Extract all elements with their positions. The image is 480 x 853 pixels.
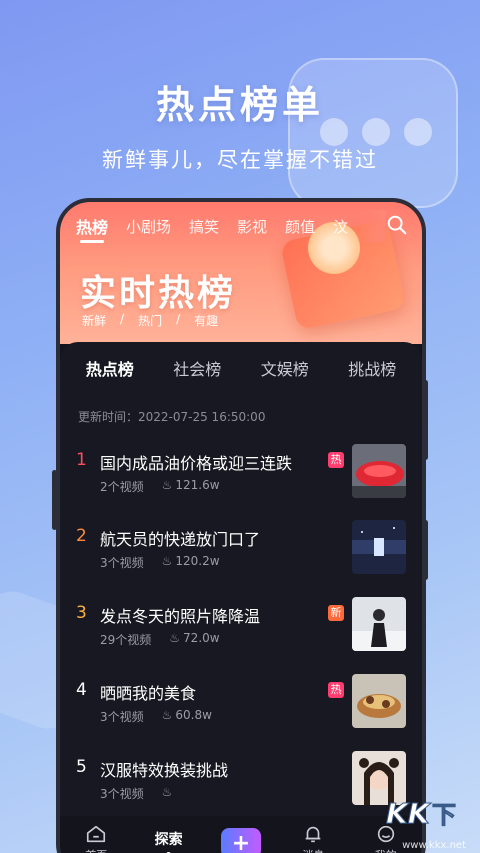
banner-tag: 新鲜: [82, 314, 107, 328]
heat-value-wrap: ♨ 60.8w: [162, 708, 212, 725]
hot-list-header: 热榜 小剧场 搞笑 影视 颜值 汶 实时热榜 新鲜 / 热门 / 有趣: [60, 202, 422, 344]
heat-value: 120.2w: [175, 554, 220, 568]
banner-tag-separator: /: [120, 312, 125, 326]
rank-number: 5: [76, 757, 87, 777]
banner-tags: 新鲜 / 热门 / 有趣: [82, 312, 218, 329]
topic-thumbnail[interactable]: [352, 444, 406, 498]
heat-value-wrap: ♨ 121.6w: [162, 478, 220, 495]
banner-tag: 有趣: [194, 314, 219, 328]
hero-title: 热点榜单: [155, 83, 324, 127]
heat-value-wrap: ♨ 72.0w: [169, 631, 219, 648]
new-badge: 新: [328, 605, 344, 621]
banner-tag: 热门: [138, 314, 163, 328]
nav-mine-label: 我的: [375, 847, 397, 853]
home-icon: [87, 825, 106, 843]
phone-frame: 热榜 小剧场 搞笑 影视 颜值 汶 实时热榜 新鲜 / 热门 / 有趣 热点榜 …: [56, 198, 426, 853]
list-item[interactable]: 1 国内成品油价格或迎三连跌 2个视频 ♨ 121.6w 热: [60, 444, 422, 514]
video-count: 29个视频: [100, 633, 152, 647]
rank-number: 1: [76, 450, 87, 470]
hot-badge: 热: [328, 452, 344, 468]
rank-number: 3: [76, 603, 87, 623]
bottom-navigation: 首页 探索 + 消息 我的: [60, 816, 422, 853]
tab-looks[interactable]: 颜值: [285, 216, 315, 237]
tab-film[interactable]: 影视: [237, 216, 267, 237]
flame-icon: ♨: [161, 708, 173, 722]
nav-create[interactable]: +: [216, 828, 266, 853]
nav-explore-label: 探索: [154, 832, 183, 848]
video-count: 3个视频: [100, 787, 144, 801]
heat-value: 121.6w: [175, 478, 220, 492]
plus-icon: +: [220, 828, 261, 853]
hot-badge: 热: [328, 682, 344, 698]
video-count: 3个视频: [100, 710, 144, 724]
topic-title: 晒晒我的美食: [100, 684, 197, 703]
list-item[interactable]: 3 发点冬天的照片降降温 29个视频 ♨ 72.0w 新: [60, 597, 422, 667]
topic-title: 汉服特效换装挑战: [100, 761, 229, 780]
video-count: 2个视频: [100, 480, 144, 494]
topic-thumbnail[interactable]: [352, 597, 406, 651]
tab-mini-theater[interactable]: 小剧场: [126, 216, 171, 237]
banner-title: 实时热榜: [80, 273, 237, 314]
subtab-hot-topics[interactable]: 热点榜: [86, 356, 134, 380]
topic-title: 航天员的快递放门口了: [100, 530, 261, 549]
subtab-challenge[interactable]: 挑战榜: [348, 356, 396, 380]
topic-meta: 3个视频 ♨ 120.2w: [100, 554, 220, 571]
tab-hot[interactable]: 热榜: [76, 214, 108, 243]
rank-number: 4: [76, 680, 87, 700]
topic-meta: 29个视频 ♨ 72.0w: [100, 631, 220, 648]
topic-thumbnail[interactable]: [352, 674, 406, 728]
svg-text:KK: KK: [386, 797, 432, 830]
tabs-fade: [356, 210, 386, 242]
rank-number: 2: [76, 526, 87, 546]
search-icon[interactable]: [386, 214, 408, 236]
nav-messages[interactable]: 消息: [288, 823, 338, 853]
svg-text:下: 下: [432, 801, 456, 829]
nav-messages-label: 消息: [302, 847, 324, 853]
flame-icon: ♨: [161, 785, 173, 799]
update-time: 更新时间：2022-07-25 16:50:00: [78, 410, 266, 424]
subtab-society[interactable]: 社会榜: [173, 356, 221, 380]
topic-meta: 3个视频 ♨ 60.8w: [100, 708, 212, 725]
watermark-logo: KK 下: [386, 797, 457, 831]
bell-icon: [306, 826, 321, 843]
tab-funny[interactable]: 搞笑: [189, 216, 219, 237]
nav-explore[interactable]: 探索: [144, 829, 194, 853]
heat-value-wrap: ♨: [162, 785, 176, 802]
heat-value: 72.0w: [183, 631, 220, 645]
subtab-entertainment[interactable]: 文娱榜: [261, 356, 309, 380]
topic-meta: 2个视频 ♨ 121.6w: [100, 478, 220, 495]
banner-tag-separator: /: [176, 312, 181, 326]
topic-title: 发点冬天的照片降降温: [100, 607, 261, 626]
list-item[interactable]: 5 汉服特效换装挑战 3个视频 ♨: [60, 751, 422, 821]
ranking-subtabs: 热点榜 社会榜 文娱榜 挑战榜: [60, 356, 422, 380]
list-item[interactable]: 4 晒晒我的美食 3个视频 ♨ 60.8w 热: [60, 674, 422, 744]
tab-more[interactable]: 汶: [333, 216, 348, 237]
topic-title: 国内成品油价格或迎三连跌: [100, 454, 293, 473]
flame-icon: ♨: [161, 478, 173, 492]
list-item[interactable]: 2 航天员的快递放门口了 3个视频 ♨ 120.2w: [60, 520, 422, 590]
heat-value: 60.8w: [175, 708, 212, 722]
topic-thumbnail[interactable]: [352, 520, 406, 574]
video-count: 3个视频: [100, 556, 144, 570]
hero-subtitle: 新鲜事儿，尽在掌握不错过: [102, 148, 378, 172]
flame-icon: ♨: [161, 554, 173, 568]
topic-meta: 3个视频 ♨: [100, 785, 175, 802]
flame-icon: ♨: [169, 631, 181, 645]
watermark-url: www.kkx.net: [402, 840, 466, 851]
nav-home[interactable]: 首页: [71, 823, 121, 853]
nav-home-label: 首页: [85, 847, 107, 853]
heat-value-wrap: ♨ 120.2w: [162, 554, 220, 571]
ranking-card: 热点榜 社会榜 文娱榜 挑战榜 更新时间：2022-07-25 16:50:00…: [60, 342, 422, 853]
